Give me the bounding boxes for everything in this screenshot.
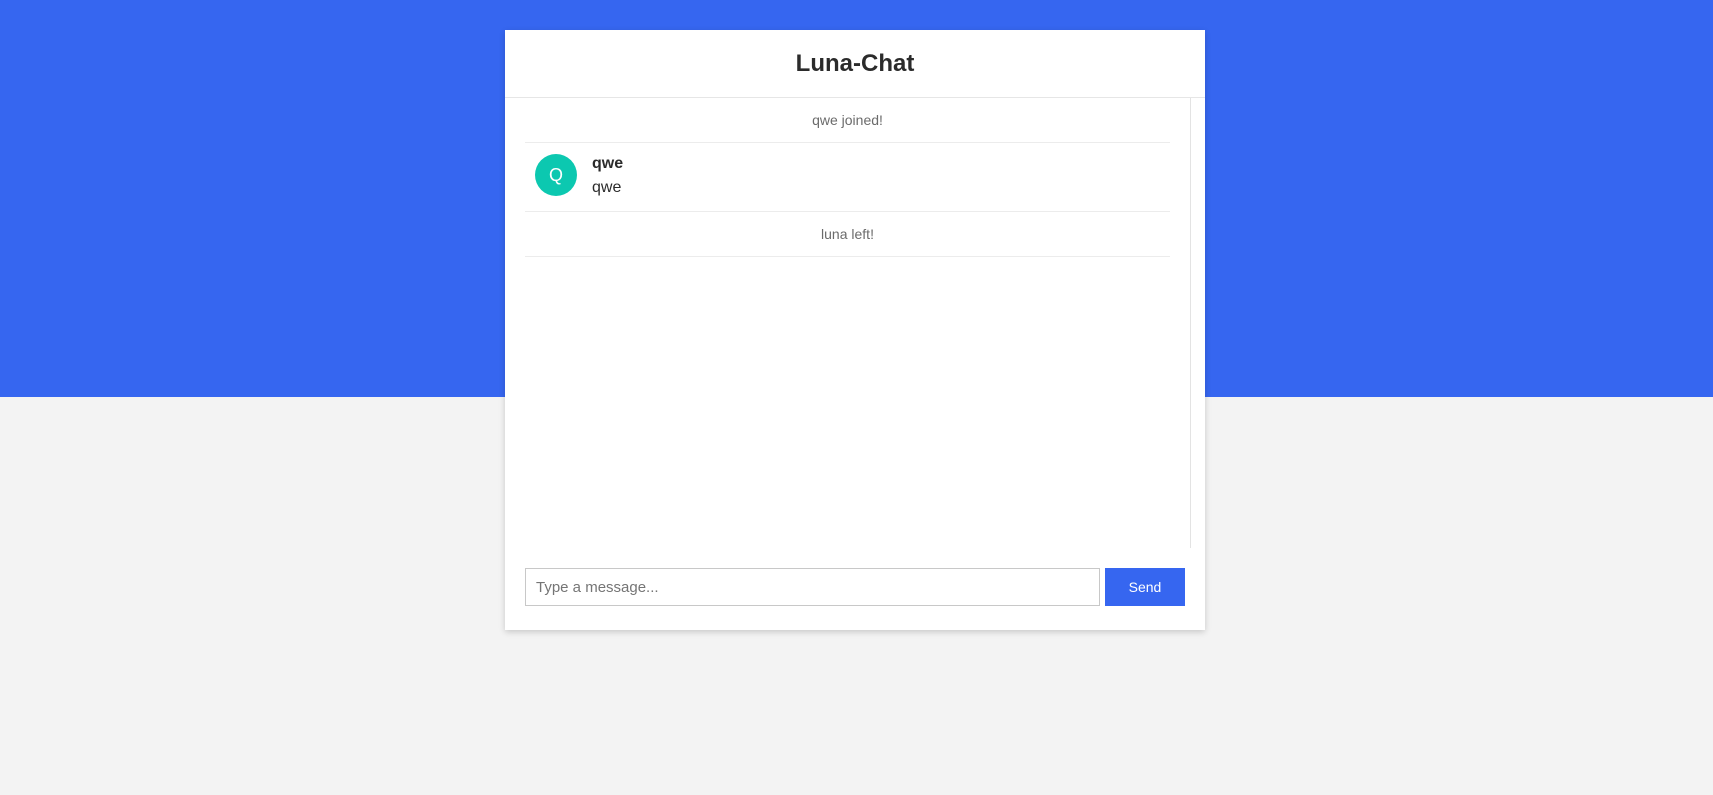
message-composer: Send xyxy=(505,548,1205,630)
avatar: Q xyxy=(535,154,577,196)
chat-header: Luna-Chat xyxy=(505,30,1205,98)
chat-title: Luna-Chat xyxy=(795,49,915,77)
message-list[interactable]: qwe joined! Q qwe qwe luna left! xyxy=(505,98,1191,548)
page: Luna-Chat qwe joined! Q qwe qwe luna lef… xyxy=(0,0,1713,795)
system-message: qwe joined! xyxy=(525,98,1170,143)
system-message-text: luna left! xyxy=(821,226,874,242)
message-text: qwe xyxy=(592,179,622,196)
message-body: qwe qwe xyxy=(592,154,623,198)
system-message-text: qwe joined! xyxy=(812,112,883,128)
message-input[interactable] xyxy=(525,568,1100,606)
send-button[interactable]: Send xyxy=(1105,568,1185,606)
avatar-initial: Q xyxy=(548,164,563,185)
chat-message: Q qwe qwe xyxy=(525,143,1170,212)
chat-window: Luna-Chat qwe joined! Q qwe qwe luna lef… xyxy=(505,30,1205,630)
system-message: luna left! xyxy=(525,212,1170,257)
message-author: qwe xyxy=(592,155,624,172)
